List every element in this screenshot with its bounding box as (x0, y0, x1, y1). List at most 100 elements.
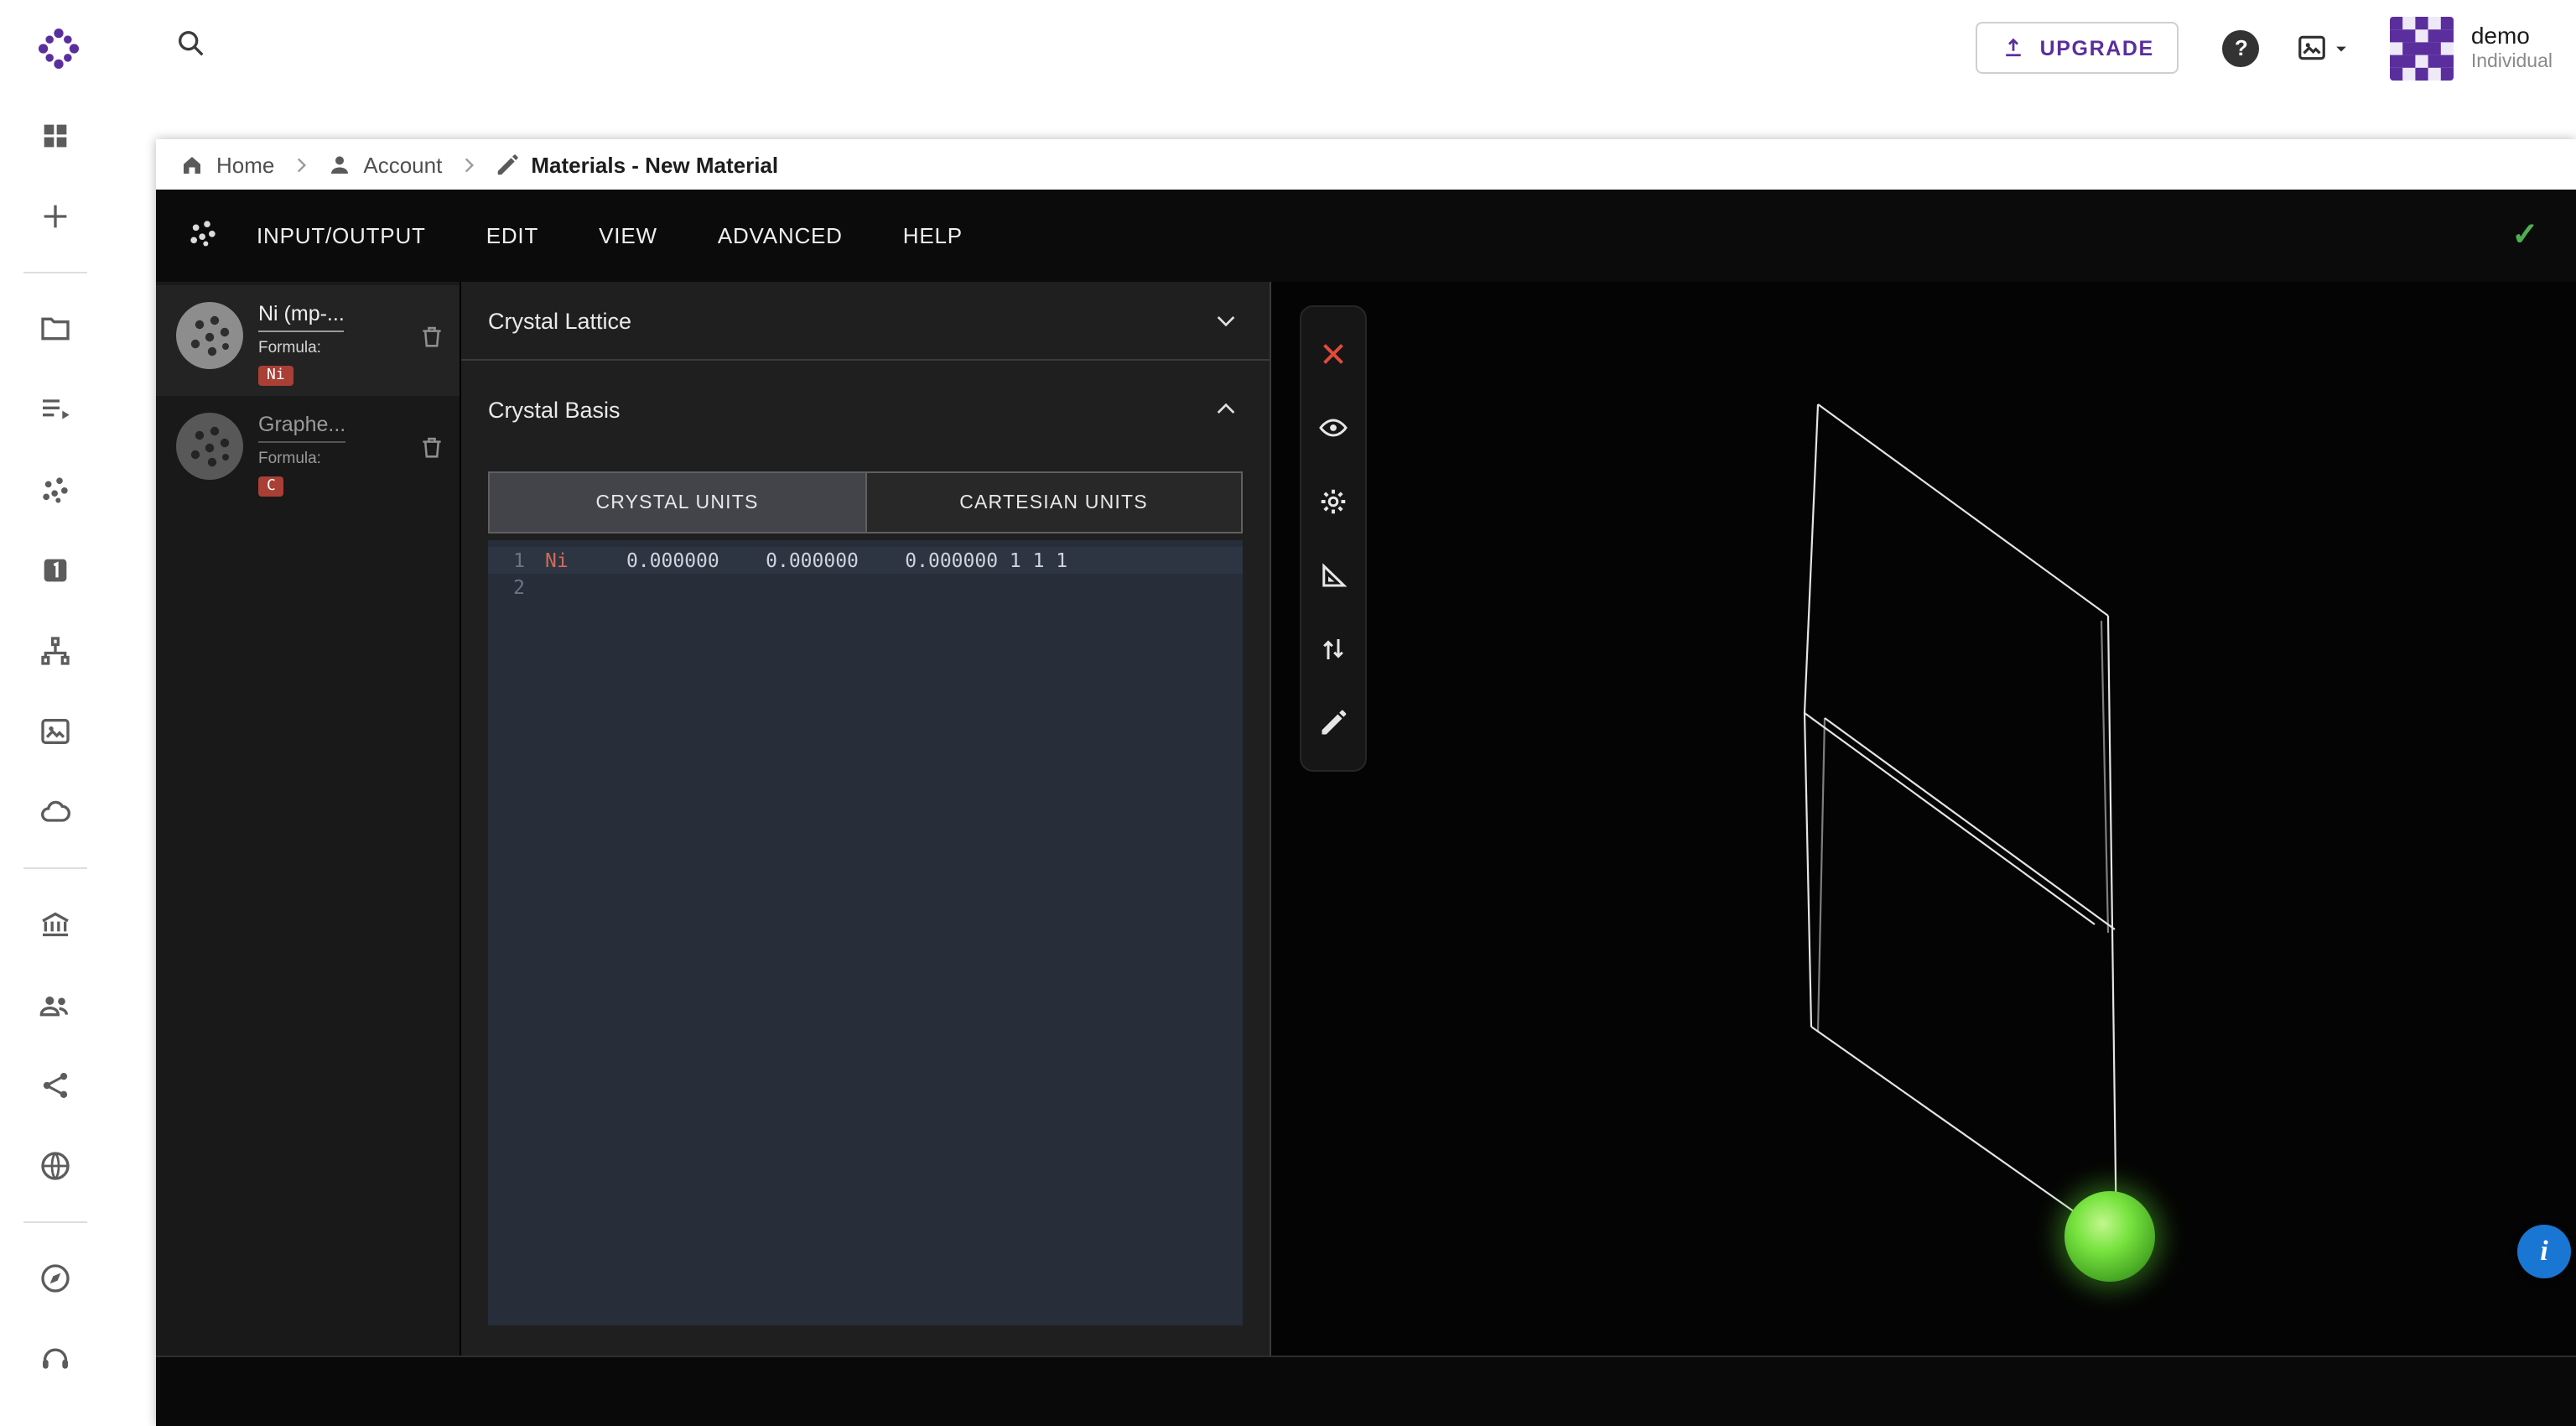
formula-label: Formula: (258, 450, 345, 468)
measure-button[interactable] (1300, 539, 1367, 612)
viewer-3d[interactable]: i (1271, 282, 2576, 1356)
search-button[interactable] (174, 27, 208, 69)
user-plan: Individual (2471, 50, 2553, 75)
import-export-button[interactable] (1300, 612, 1367, 686)
materials-list-panel: Ni (mp-... Formula: Ni Graphe... Formula… (156, 282, 461, 1356)
material-avatar-icon (176, 302, 243, 369)
sidebar-item-cloud[interactable] (15, 772, 96, 852)
page-title: Materials - New Material (531, 152, 778, 177)
sidebar-item-jobs[interactable] (15, 369, 96, 450)
menu-help[interactable]: HELP (903, 223, 963, 248)
material-name-field[interactable]: Ni (mp-... (258, 302, 345, 332)
image-icon (39, 715, 72, 748)
sitemap-icon (39, 634, 72, 668)
user-name: demo (2471, 21, 2553, 50)
app-root: UPGRADE ? demo Individual (0, 0, 2576, 1426)
avatar[interactable] (2391, 16, 2454, 80)
sidebar-item-support[interactable] (15, 1319, 96, 1399)
code-line-1[interactable]: 1Ni 0.000000 0.000000 0.000000 1 1 1 (488, 547, 1243, 574)
delete-material-button[interactable] (418, 433, 446, 470)
material-info: Ni (mp-... Formula: Ni (258, 302, 345, 383)
chevron-up-icon (1213, 396, 1239, 423)
material-item-graphene[interactable]: Graphe... Formula: C (156, 396, 460, 507)
breadcrumb-account-label: Account (363, 152, 442, 177)
menu-advanced[interactable]: ADVANCED (718, 223, 843, 248)
breadcrumb-home[interactable]: Home (179, 152, 274, 177)
main-card: Home Account Materials - New Material IN… (156, 139, 2576, 1426)
search-icon (174, 27, 208, 60)
crystal-basis-header[interactable]: Crystal Basis (461, 361, 1270, 458)
caret-down-icon (2330, 36, 2354, 60)
viewer-toolbar (1300, 305, 1367, 772)
breadcrumb: Home Account Materials - New Material (156, 139, 2576, 190)
gear-icon (1318, 487, 1348, 517)
upgrade-button[interactable]: UPGRADE (1976, 22, 2179, 74)
edit-structure-button[interactable] (1300, 686, 1367, 760)
identicon-icon (2391, 16, 2454, 80)
up-down-arrows-icon (1318, 634, 1348, 664)
media-dropdown[interactable] (2297, 32, 2354, 64)
user-block[interactable]: demo Individual (2471, 21, 2553, 75)
trash-icon (418, 433, 446, 461)
sidebar-item-workflows[interactable] (15, 611, 96, 691)
close-viewer-button[interactable] (1300, 317, 1367, 391)
breadcrumb-home-label: Home (216, 152, 274, 177)
headset-icon (39, 1342, 72, 1376)
playlist-icon (39, 393, 72, 426)
material-item-ni[interactable]: Ni (mp-... Formula: Ni (156, 285, 460, 396)
unit-cell-wireframe (1805, 404, 2116, 1241)
image-icon (2297, 32, 2329, 64)
close-icon (1318, 339, 1348, 369)
menu-view[interactable]: VIEW (599, 223, 657, 248)
ruler-icon (1318, 560, 1348, 591)
app-logo[interactable] (37, 26, 80, 70)
crystal-editor-panel: Crystal Lattice Crystal Basis CRYSTAL UN… (461, 282, 1271, 1356)
crystal-scene[interactable] (1271, 282, 2576, 1356)
material-info: Graphe... Formula: C (258, 413, 345, 493)
crystal-lattice-title: Crystal Lattice (488, 308, 631, 333)
sidebar-item-organization[interactable] (15, 884, 96, 965)
console-strip (156, 1356, 2576, 1426)
info-button[interactable]: i (2517, 1225, 2571, 1278)
element-token: Ni (545, 547, 569, 574)
coords-token: 0.000000 0.000000 0.000000 1 1 1 (569, 547, 1067, 574)
formula-chip: C (258, 476, 284, 497)
tab-cartesian-units[interactable]: CARTESIAN UNITS (865, 473, 1241, 532)
folder-icon (39, 312, 72, 346)
sidebar-divider (23, 867, 87, 869)
sidebar-item-looks-one[interactable] (15, 530, 96, 611)
sidebar-item-share[interactable] (15, 1045, 96, 1126)
sidebar-item-web[interactable] (15, 1126, 96, 1206)
sidebar-item-projects[interactable] (15, 289, 96, 369)
sidebar-item-gallery[interactable] (15, 691, 96, 772)
breadcrumb-account[interactable]: Account (326, 152, 442, 177)
sidebar-item-dashboard[interactable] (15, 96, 96, 176)
sidebar-divider (23, 1221, 87, 1223)
person-icon (326, 152, 351, 177)
delete-material-button[interactable] (418, 322, 446, 359)
menu-input-output[interactable]: INPUT/OUTPUT (257, 223, 426, 248)
help-button[interactable]: ? (2223, 29, 2260, 66)
code-line-2[interactable]: 2 (488, 574, 1243, 601)
tab-crystal-units[interactable]: CRYSTAL UNITS (490, 473, 865, 532)
material-name-field[interactable]: Graphe... (258, 413, 345, 443)
sidebar-item-team[interactable] (15, 965, 96, 1045)
trash-icon (418, 322, 446, 351)
formula-label: Formula: (258, 339, 345, 357)
share-icon (39, 1069, 72, 1102)
saved-check-icon: ✓ (2511, 216, 2539, 255)
sidebar-item-add[interactable] (15, 176, 96, 257)
panels: Ni (mp-... Formula: Ni Graphe... Formula… (156, 282, 2576, 1356)
nickel-atom[interactable] (2064, 1191, 2155, 1282)
sidebar-item-materials[interactable] (15, 450, 96, 530)
question-icon: ? (2235, 35, 2248, 60)
units-tabs: CRYSTAL UNITS CARTESIAN UNITS (488, 471, 1243, 533)
viewer-settings-button[interactable] (1300, 465, 1367, 539)
menu-edit[interactable]: EDIT (486, 223, 538, 248)
home-icon (179, 152, 205, 177)
sidebar-item-explore[interactable] (15, 1238, 96, 1319)
visibility-button[interactable] (1300, 391, 1367, 465)
basis-code-editor[interactable]: 1Ni 0.000000 0.000000 0.000000 1 1 1 2 (488, 540, 1243, 1325)
crystal-lattice-header[interactable]: Crystal Lattice (461, 282, 1270, 359)
crystal-basis-title: Crystal Basis (488, 397, 621, 422)
